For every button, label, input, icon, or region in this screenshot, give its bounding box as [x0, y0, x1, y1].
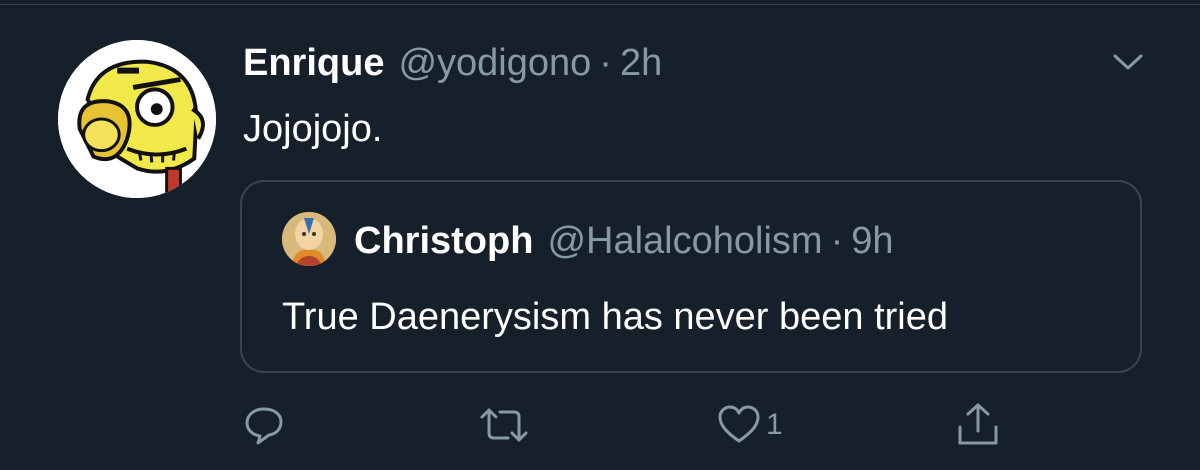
reply-button[interactable] [242, 400, 286, 450]
quoted-tweet[interactable]: Christoph @Halalcoholism · 9h True Daene… [240, 180, 1142, 373]
author-handle[interactable]: @yodigono [398, 40, 591, 86]
chevron-down-icon[interactable] [1108, 48, 1148, 76]
quoted-timestamp[interactable]: 9h [851, 218, 893, 264]
reply-icon [245, 407, 283, 445]
separator: · [599, 42, 612, 84]
like-count: 1 [766, 408, 783, 441]
quoted-avatar[interactable] [282, 212, 336, 266]
retweet-icon [480, 408, 528, 442]
quoted-separator: · [830, 220, 844, 262]
cartoon-face-icon [58, 40, 216, 198]
timestamp[interactable]: 2h [620, 40, 662, 86]
tweet-header: Enrique @yodigono · 2h [243, 40, 662, 86]
share-icon [958, 403, 998, 445]
like-button[interactable]: 1 [716, 400, 783, 450]
tweet[interactable]: Enrique @yodigono · 2h Jojojojo. Christo… [0, 0, 1200, 470]
divider [0, 4, 1200, 5]
quoted-avatar-icon [282, 212, 336, 266]
action-bar: 1 [0, 400, 1200, 450]
tweet-text: Jojojojo. [243, 108, 383, 150]
quoted-author-name[interactable]: Christoph [354, 218, 533, 264]
avatar[interactable] [58, 40, 216, 198]
quoted-author-handle[interactable]: @Halalcoholism [547, 218, 822, 264]
retweet-button[interactable] [478, 400, 530, 450]
heart-icon [718, 405, 760, 443]
quoted-text: True Daenerysism has never been tried [282, 296, 949, 338]
share-button[interactable] [954, 400, 1002, 450]
quoted-header: Christoph @Halalcoholism · 9h [354, 218, 894, 264]
author-name[interactable]: Enrique [243, 40, 384, 86]
